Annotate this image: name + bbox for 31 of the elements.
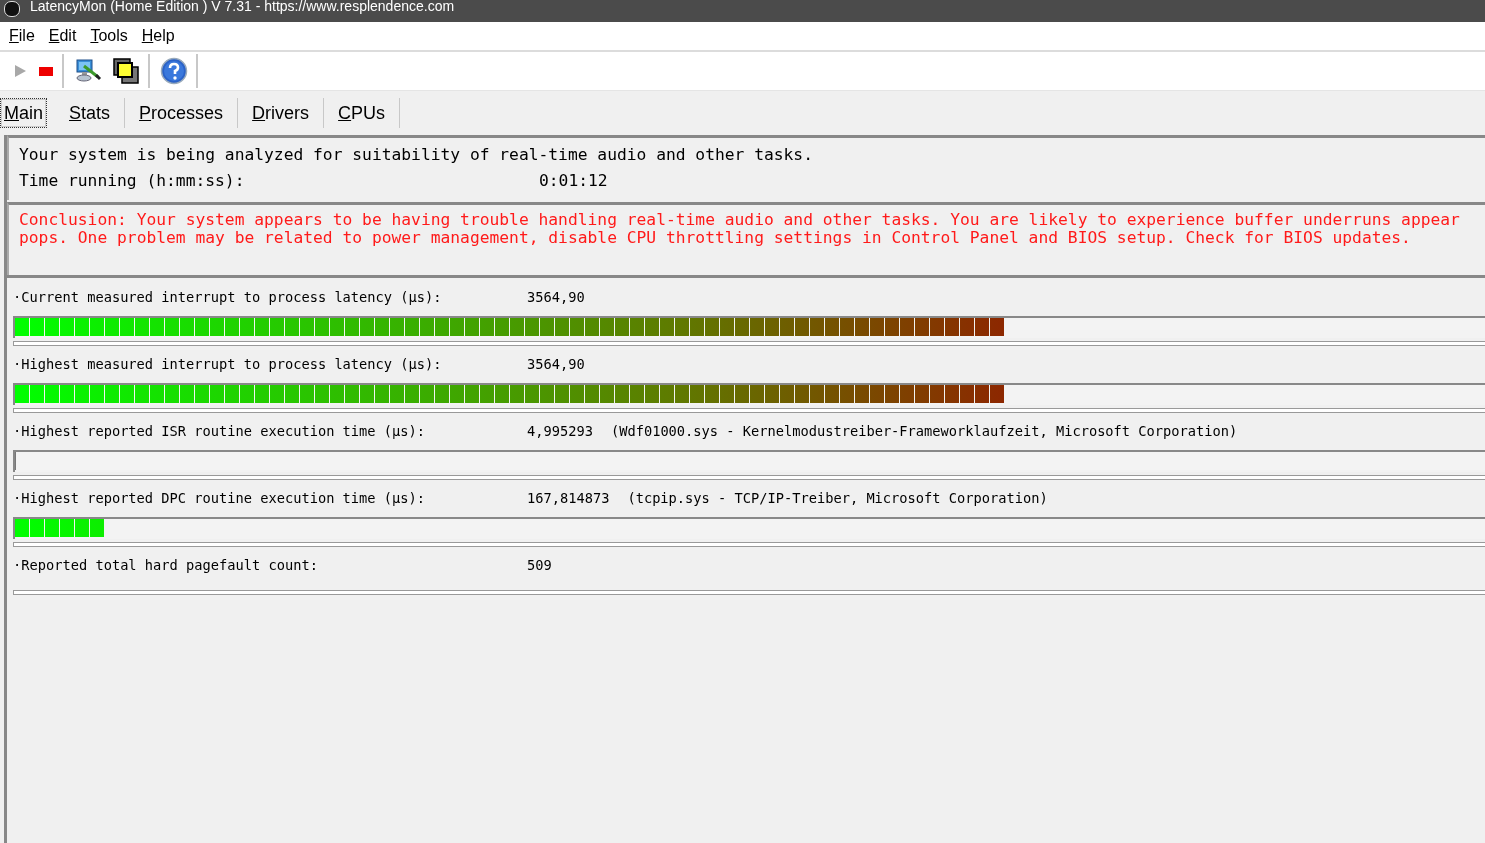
help-button[interactable]	[158, 55, 190, 87]
tab[interactable]: CPUs	[324, 98, 401, 128]
metric-value: 4,995293	[527, 422, 593, 441]
metric-value: 3564,90	[527, 288, 585, 307]
menu-item[interactable]: File	[2, 27, 42, 45]
windows-button[interactable]	[110, 55, 142, 87]
play-icon	[12, 63, 28, 79]
metric-label: ·Highest reported ISR routine execution time (µs):	[13, 422, 427, 441]
conclusion-text: pops. One problem may be related to power management, disable CPU throttling settings in Control Panel and BIOS setup. Check for BIOS updates.	[19, 229, 1412, 247]
menu-item[interactable]: Edit	[41, 27, 84, 45]
metric-value: 509	[527, 556, 552, 575]
driver-detail: (tcpip.sys - TCP/IP-Treiber, Microsoft Corporation)	[627, 489, 1048, 508]
status-message: Your system is being analyzed for suitability of real-time audio and other tasks.	[19, 144, 814, 166]
tab[interactable]: Stats	[55, 98, 126, 128]
menu-item[interactable]: Help	[134, 27, 182, 45]
metric-value: 3564,90	[527, 355, 585, 374]
metric-label: ·Reported total hard pagefault count:	[13, 556, 319, 575]
time-label: Time running (h:mm:ss):	[19, 170, 246, 192]
tab[interactable]: Processes	[125, 98, 239, 128]
metric-label: ·Highest reported DPC routine execution time (µs):	[13, 489, 427, 508]
tab[interactable]: Main	[0, 98, 48, 128]
conclusion-text: Conclusion: Your system appears to be having trouble handling real-time audio and other tasks. You are likely to experience buffer underruns appear	[19, 211, 1461, 229]
tab[interactable]: Drivers	[238, 98, 325, 128]
window-title: LatencyMon (Home Edition ) V 7.31 - https://www.resplendence.com	[30, 0, 455, 14]
driver-detail: (Wdf01000.sys - Kernelmodustreiber-Frameworklaufzeit, Microsoft Corporation)	[610, 422, 1238, 441]
metric-label: ·Current measured interrupt to process latency (µs):	[13, 288, 443, 307]
metric-value: 167,814873	[527, 489, 610, 508]
menu-item[interactable]: Tools	[83, 27, 135, 45]
app-icon	[4, 1, 20, 17]
time-value: 0:01:12	[539, 170, 608, 192]
metric-label: ·Highest measured interrupt to process latency (µs):	[13, 355, 443, 374]
